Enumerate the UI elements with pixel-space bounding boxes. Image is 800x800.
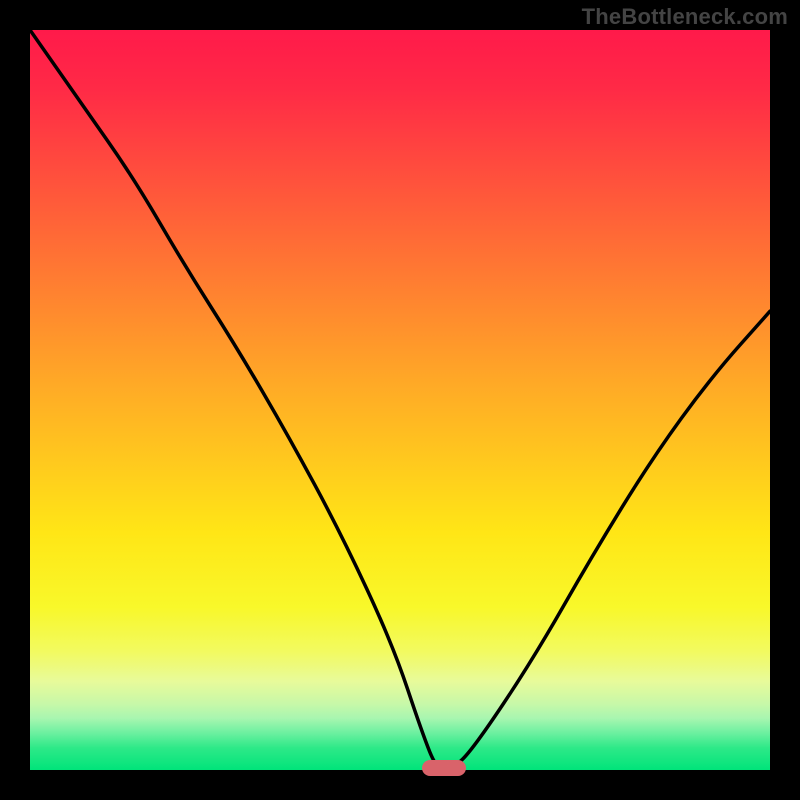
minimum-marker: [422, 760, 466, 776]
chart-container: TheBottleneck.com: [0, 0, 800, 800]
watermark-text: TheBottleneck.com: [582, 4, 788, 30]
bottleneck-curve: [30, 30, 770, 770]
plot-area: [30, 30, 770, 770]
